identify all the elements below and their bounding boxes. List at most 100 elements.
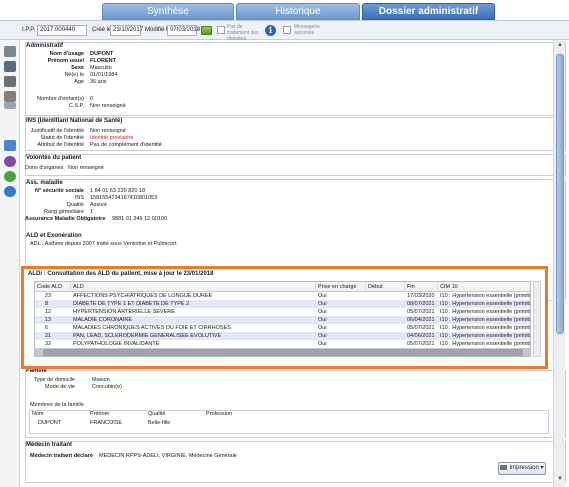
justif-label: Justificatif de l'identité xyxy=(30,128,84,134)
printer-icon xyxy=(500,464,508,470)
col-debut[interactable]: Début xyxy=(366,282,405,292)
col-code-ald[interactable]: Code ALD xyxy=(35,282,71,292)
ald-table-scroll-thumb[interactable] xyxy=(43,349,523,356)
ald-cell-prise-en-charge: Oui xyxy=(318,293,327,299)
assmaladie-title: Ass. maladie xyxy=(26,180,63,186)
dons-label: Dons d'organes xyxy=(25,165,64,171)
main-scroll-thumb[interactable] xyxy=(556,54,564,334)
enfants-value: 0 xyxy=(90,96,94,102)
tab-bar: Synthèse Historique Dossier administrati… xyxy=(0,0,569,20)
ald-cell-fin: 06/04/2021 xyxy=(407,317,435,323)
ald-table-row[interactable]: 32 POLYPATHOLOGIE INVALIDANTE Oui 05/07/202… xyxy=(35,340,531,348)
volontes-title: Volontés du patient xyxy=(26,155,82,161)
ald-table-row[interactable]: 13 MALADIE CORONAIRE Oui 06/04/2021 I10 : Hy… xyxy=(35,316,530,324)
famille-member-prenom[interactable]: FRANCOISE xyxy=(90,420,122,426)
ald-cell-debut xyxy=(366,316,405,324)
ald-cell-fin: 05/07/2021 xyxy=(407,325,435,331)
no-treatment-checkbox[interactable] xyxy=(217,26,225,34)
ald-cell-cim10: I10 : Hypertension essentielle (primitiv… xyxy=(440,293,531,299)
ald-cell-debut xyxy=(366,340,405,348)
ald-cell-prise-en-charge: Oui xyxy=(318,301,327,307)
ald-cell-cim10: I10 : Hypertension essentielle (primitiv… xyxy=(440,341,531,347)
modified-date-field[interactable]: 07/03/2018 xyxy=(167,25,200,36)
car-icon[interactable] xyxy=(4,91,16,102)
left-toolbar xyxy=(0,40,20,487)
id-card-icon[interactable] xyxy=(4,46,16,57)
volontes-section xyxy=(25,154,566,176)
ald-cell-debut xyxy=(366,292,405,300)
famille-member-nom[interactable]: DUPONT xyxy=(38,420,61,426)
attribut-value: Pas de complément d'identité xyxy=(90,142,162,148)
ald-table-row[interactable]: 6 MALADIES CHRONIQUES ACTIVES DU FOIE ET … xyxy=(35,324,531,332)
scroll-up-icon[interactable]: ▲ xyxy=(556,42,564,50)
scroll-down-icon[interactable]: ▼ xyxy=(556,476,564,484)
medecin-section xyxy=(25,441,566,483)
ald-cell-code: 8 xyxy=(45,301,49,307)
ald-cell-code: 21 xyxy=(45,333,52,339)
ald-table-horizontal-scrollbar[interactable] xyxy=(35,348,530,356)
tab-dossier-administratif[interactable]: Dossier administratif xyxy=(362,3,495,20)
ald-cell-ald: PAN, LEAD, SCLERODERMIE GENERALISEE EVOL… xyxy=(73,333,222,339)
membres-label: Membres de la famille xyxy=(30,402,84,408)
naissance-value: 01/01/1984 xyxy=(90,72,118,78)
nom-label: Nom d'usage xyxy=(49,51,84,57)
ald-exo-text: ADL : Asthme depuis 2007 traité sous Ven… xyxy=(30,241,177,247)
blue-status-icon[interactable] xyxy=(4,186,16,197)
csp-label: C.S.P. xyxy=(68,103,84,109)
dossier-content: Administratif Nom d'usage DUPONT Prénom … xyxy=(21,40,566,487)
ald-table-row[interactable]: 8 DIABETE DE TYPE 1 ET DIABETE DE TYPE 2 O… xyxy=(35,300,531,308)
ald-table-vertical-scrollbar[interactable] xyxy=(533,281,541,357)
messaging-label: Messagerie autorisée xyxy=(294,24,320,36)
col-cim10[interactable]: CIM 10 xyxy=(438,282,530,292)
ald-cell-cim10: I10 : Hypertension essentielle (primitiv… xyxy=(440,325,531,331)
famille-member-qualite[interactable]: Belle-fille xyxy=(148,420,170,426)
attribut-label: Attribut de l'identité xyxy=(37,142,84,148)
ipp-field[interactable]: 2017.000440 xyxy=(37,25,87,36)
enfants-label: Nombre d'enfant(s) xyxy=(37,96,84,102)
impression-button[interactable]: Impression ▾ xyxy=(498,462,546,475)
statut-label: Statut de l'identité xyxy=(40,135,84,141)
ald-table-row[interactable]: 12 HYPERTENSION ARTERIELLE SEVERE Oui 05/07… xyxy=(35,308,531,316)
ins-title: INS (Identifiant National de Santé) xyxy=(26,118,123,124)
messaging-checkbox[interactable] xyxy=(283,26,291,34)
col-fin[interactable]: Fin xyxy=(405,282,438,292)
printer-icon[interactable] xyxy=(4,76,16,87)
rang-label: Rang gémellaire xyxy=(43,209,84,215)
csp-value: Non renseigné xyxy=(90,103,126,109)
ald-cell-debut xyxy=(366,332,405,340)
card-reader-icon[interactable] xyxy=(201,26,212,35)
impression-label: Impression xyxy=(509,465,539,471)
tab-synthese[interactable]: Synthèse xyxy=(102,3,234,20)
dons-value: Non renseigné xyxy=(68,165,104,171)
list-icon[interactable] xyxy=(4,61,16,72)
ald-table-row[interactable]: 23 AFFECTIONS PSYCHIATRIQUES DE LONGUE DU… xyxy=(35,292,531,300)
ald-cell-ald: POLYPATHOLOGIE INVALIDANTE xyxy=(73,341,160,347)
ald-cell-cim10: I10 : Hypertension essentielle (primitiv… xyxy=(440,301,531,307)
dmp-icon[interactable] xyxy=(4,140,16,151)
rang-value: 1 xyxy=(90,209,94,215)
ald-consultation-panel: ALDi : Consultation des ALD du patient, … xyxy=(21,266,548,369)
ald-consultation-title: ALDi : Consultation des ALD du patient, … xyxy=(28,271,214,277)
ald-table-header: Code ALD ALD Prise en charge Début Fin C… xyxy=(35,282,530,292)
ald-cell-debut xyxy=(366,308,405,316)
ald-cell-prise-en-charge: Oui xyxy=(318,325,327,331)
col-ald[interactable]: ALD xyxy=(71,282,316,292)
purple-status-icon[interactable] xyxy=(4,156,16,167)
info-icon[interactable]: i xyxy=(265,25,276,36)
domicile-label: Type de domicile xyxy=(33,377,75,383)
age-value: 36 ans xyxy=(90,79,107,85)
document-icon[interactable] xyxy=(4,102,16,109)
nss-label: N° sécurité sociale xyxy=(35,188,84,194)
ald-cell-prise-en-charge: Oui xyxy=(318,341,327,347)
ald-cell-cim10: I10 : Hypertension essentielle (primitiv… xyxy=(440,309,531,315)
ald-cell-code: 23 xyxy=(45,293,52,299)
statut-value: Identité provisoire xyxy=(90,135,134,141)
green-status-icon[interactable] xyxy=(4,171,16,182)
ald-cell-prise-en-charge: Oui xyxy=(318,317,327,323)
ald-table-row[interactable]: 21 PAN, LEAD, SCLERODERMIE GENERALISEE EV… xyxy=(35,332,530,340)
created-date-field[interactable]: 23/10/2017 xyxy=(110,25,143,36)
col-prise-en-charge[interactable]: Prise en charge xyxy=(316,282,366,292)
main-vertical-scrollbar[interactable]: ▲ ▼ xyxy=(553,40,565,487)
sexe-label: Sexe xyxy=(71,65,84,71)
tab-historique[interactable]: Historique xyxy=(236,3,360,20)
